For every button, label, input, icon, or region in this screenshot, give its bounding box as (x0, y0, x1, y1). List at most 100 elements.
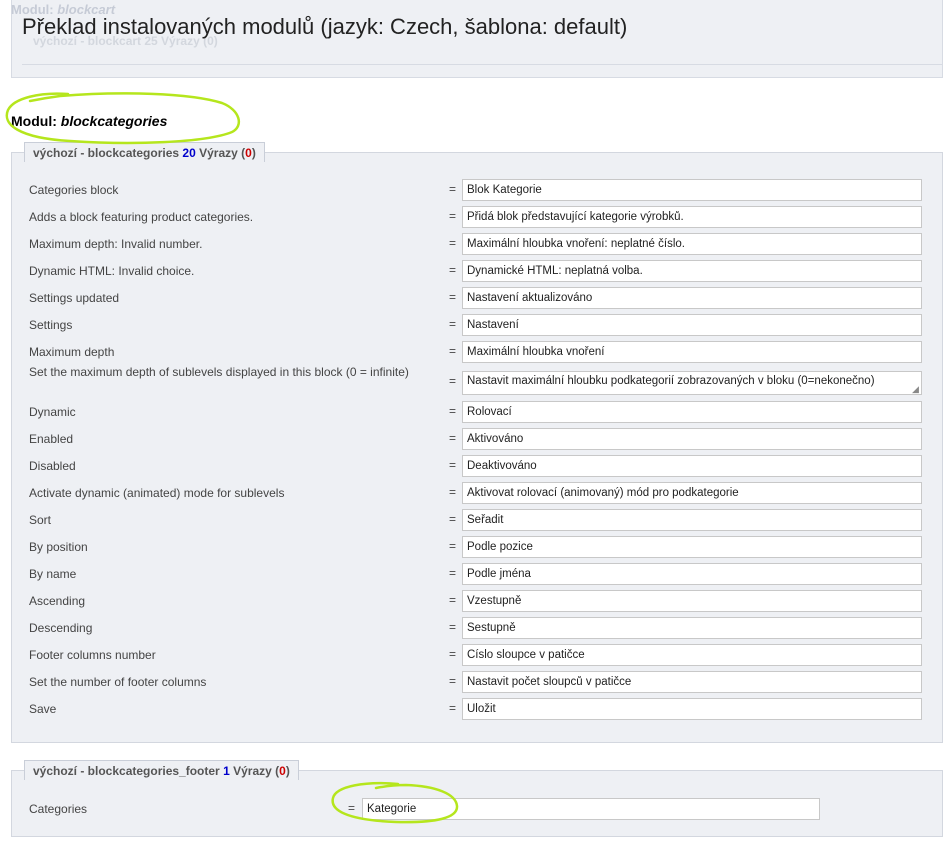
translation-row: Maximum depth: Invalid number. = (12, 233, 942, 255)
equals-sign: = (449, 404, 457, 418)
expression-count: 20 (182, 146, 196, 160)
legend-prefix: výchozí - blockcategories_footer (33, 764, 220, 778)
source-string-label: Enabled (29, 432, 74, 446)
page-title: Překlad instalovaných modulů (jazyk: Cze… (22, 14, 628, 39)
equals-sign: = (449, 290, 457, 304)
equals-sign: = (449, 344, 457, 358)
source-string-label: Set the maximum depth of sublevels displ… (29, 365, 409, 379)
translation-row: Ascending = (12, 590, 942, 612)
equals-sign: = (449, 674, 457, 688)
source-string-label: Descending (29, 621, 93, 635)
translation-input[interactable] (462, 314, 922, 336)
translation-input[interactable] (462, 644, 922, 666)
translation-row: Settings updated = (12, 287, 942, 309)
equals-sign: = (449, 593, 457, 607)
equals-sign: = (449, 431, 457, 445)
section-legend: výchozí - blockcategories_footer 1 Výraz… (24, 760, 299, 780)
translation-row: Sort = (12, 509, 942, 531)
equals-sign: = (449, 209, 457, 223)
equals-sign: = (449, 317, 457, 331)
source-string-label: Categories block (29, 183, 119, 197)
source-string-label: Maximum depth (29, 345, 115, 359)
equals-sign: = (449, 701, 457, 715)
translation-input[interactable] (462, 671, 922, 693)
equals-sign: = (449, 458, 457, 472)
source-string-label: Dynamic (29, 405, 76, 419)
equals-sign: = (348, 801, 356, 815)
translation-row: Categories = (12, 798, 942, 820)
translation-row: Settings = (12, 314, 942, 336)
translation-input[interactable] (462, 287, 922, 309)
translation-input[interactable] (462, 509, 922, 531)
expression-count: 1 (223, 764, 230, 778)
translation-input[interactable] (462, 590, 922, 612)
translation-input[interactable] (462, 536, 922, 558)
translation-input[interactable] (462, 341, 922, 363)
source-string-label: Disabled (29, 459, 76, 473)
legend-word: Výrazy (199, 146, 238, 160)
translation-input[interactable] (462, 563, 922, 585)
translation-input[interactable] (462, 455, 922, 477)
translation-textarea[interactable] (462, 371, 922, 395)
translation-fieldset-blockcategories-footer: Categories = (11, 770, 943, 837)
translation-row: Dynamic HTML: Invalid choice. = (12, 260, 942, 282)
source-string-label: Settings updated (29, 291, 120, 305)
translation-row: Maximum depth = (12, 341, 942, 363)
resize-grip-icon[interactable]: ◢ (912, 384, 919, 395)
section-legend: výchozí - blockcategories 20 Výrazy (0) (24, 142, 265, 162)
translation-row: Dynamic = (12, 401, 942, 423)
translation-input[interactable] (462, 179, 922, 201)
source-string-label: By position (29, 540, 88, 554)
translation-row: Activate dynamic (animated) mode for sub… (12, 482, 942, 504)
source-string-label: Adds a block featuring product categorie… (29, 210, 254, 224)
equals-sign: = (449, 263, 457, 277)
divider (22, 64, 942, 65)
translation-row: By position = (12, 536, 942, 558)
translation-input[interactable] (462, 260, 922, 282)
translation-input[interactable] (462, 206, 922, 228)
translation-row: Descending = (12, 617, 942, 639)
translation-input[interactable] (462, 428, 922, 450)
equals-sign: = (449, 512, 457, 526)
module-name: blockcategories (60, 113, 168, 129)
translation-row: Set the maximum depth of sublevels displ… (12, 365, 942, 398)
translation-input[interactable] (462, 698, 922, 720)
translation-input[interactable] (462, 401, 922, 423)
translation-input[interactable] (462, 617, 922, 639)
translation-row: Categories block = (12, 179, 942, 201)
equals-sign: = (449, 566, 457, 580)
translation-input[interactable] (462, 233, 922, 255)
source-string-label: Set the number of footer columns (29, 675, 207, 689)
source-string-label: Activate dynamic (animated) mode for sub… (29, 486, 285, 500)
translation-row: Footer columns number = (12, 644, 942, 666)
source-string-label: Footer columns number (29, 648, 156, 662)
legend-word: Výrazy (233, 764, 272, 778)
source-string-label: By name (29, 567, 77, 581)
module-prefix: Modul: (11, 113, 61, 129)
equals-sign: = (449, 620, 457, 634)
translation-row: Adds a block featuring product categorie… (12, 206, 942, 228)
missing-count: 0 (279, 764, 286, 778)
source-string-label: Ascending (29, 594, 86, 608)
translation-row: Enabled = (12, 428, 942, 450)
equals-sign: = (449, 182, 457, 196)
legend-prefix: výchozí - blockcategories (33, 146, 180, 160)
source-string-label: Save (29, 702, 57, 716)
source-string-label: Sort (29, 513, 52, 527)
source-string-label: Dynamic HTML: Invalid choice. (29, 264, 195, 278)
translation-input[interactable] (362, 798, 820, 820)
module-heading: Modul: blockcategories (11, 113, 167, 129)
translation-row: Save = (12, 698, 942, 720)
equals-sign: = (449, 647, 457, 661)
translation-row: Set the number of footer columns = (12, 671, 942, 693)
translation-row: By name = (12, 563, 942, 585)
equals-sign: = (449, 236, 457, 250)
source-string-label: Maximum depth: Invalid number. (29, 237, 203, 251)
source-string-label: Settings (29, 318, 73, 332)
translation-input[interactable] (462, 482, 922, 504)
equals-sign: = (449, 374, 457, 388)
translation-row: Disabled = (12, 455, 942, 477)
translation-fieldset-blockcategories: Categories block = Adds a block featuring … (11, 152, 943, 743)
equals-sign: = (449, 539, 457, 553)
equals-sign: = (449, 485, 457, 499)
